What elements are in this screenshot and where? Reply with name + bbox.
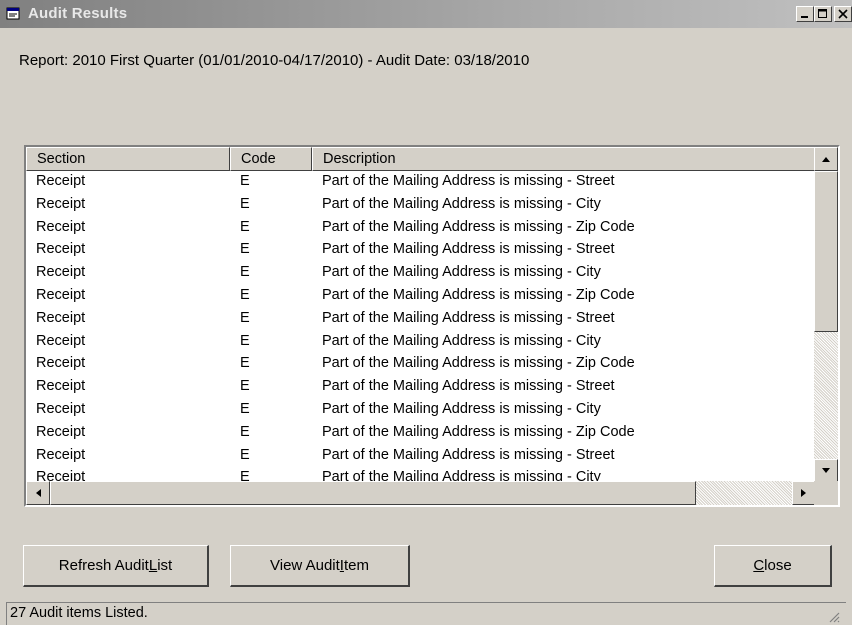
cell-description: Part of the Mailing Address is missing -…	[322, 264, 601, 281]
cell-section: Receipt	[36, 264, 86, 281]
audit-list[interactable]: Section Code Description Receipt E Part of…	[24, 145, 840, 507]
table-row[interactable]: Receipt E Part of the Mailing Address is m…	[26, 217, 816, 240]
close-icon	[838, 9, 848, 19]
cell-description: Part of the Mailing Address is missing -…	[322, 173, 615, 189]
column-header-description[interactable]: Description	[312, 147, 816, 171]
cell-description: Part of the Mailing Address is missing -…	[322, 355, 635, 372]
maximize-button[interactable]	[814, 6, 832, 22]
cell-description: Part of the Mailing Address is missing -…	[322, 332, 601, 349]
cell-code: E	[240, 218, 250, 235]
cell-section: Receipt	[36, 286, 86, 303]
table-row[interactable]: Receipt E Part of the Mailing Address is m…	[26, 331, 816, 354]
cell-code: E	[240, 446, 250, 463]
cell-code: E	[240, 423, 250, 440]
horizontal-scrollbar[interactable]	[26, 481, 816, 505]
cell-code: E	[240, 241, 250, 258]
close-window-button[interactable]	[834, 6, 852, 22]
refresh-label-accel: L	[148, 557, 158, 574]
cell-section: Receipt	[36, 423, 86, 440]
scrollbar-corner	[814, 481, 838, 505]
close-label-accel: C	[753, 557, 765, 574]
table-row[interactable]: Receipt E Part of the Mailing Address is m…	[26, 308, 816, 331]
report-info-label: Report: 2010 First Quarter (01/01/2010-0…	[19, 52, 530, 69]
scroll-left-button[interactable]	[26, 481, 50, 505]
scroll-right-button[interactable]	[792, 481, 816, 505]
resize-grip-icon[interactable]	[828, 611, 840, 623]
maximize-icon	[818, 9, 827, 18]
close-button[interactable]: Close	[714, 545, 832, 587]
cell-code: E	[240, 378, 250, 395]
minimize-button[interactable]	[796, 6, 814, 22]
minimize-icon	[801, 16, 808, 18]
audit-results-window: Audit Results Report: 2010 First Quarter…	[0, 0, 852, 625]
cell-section: Receipt	[36, 241, 86, 258]
cell-section: Receipt	[36, 400, 86, 417]
view-label-pre: View Audit	[270, 557, 340, 574]
cell-section: Receipt	[36, 195, 86, 212]
cell-section: Receipt	[36, 309, 86, 326]
arrow-up-icon	[822, 157, 830, 162]
cell-section: Receipt	[36, 173, 86, 189]
list-rows: Receipt E Part of the Mailing Address is m…	[26, 171, 816, 487]
table-row[interactable]: Receipt E Part of the Mailing Address is m…	[26, 194, 816, 217]
cell-section: Receipt	[36, 446, 86, 463]
table-row[interactable]: Receipt E Part of the Mailing Address is m…	[26, 399, 816, 422]
cell-section: Receipt	[36, 332, 86, 349]
table-row[interactable]: Receipt E Part of the Mailing Address is m…	[26, 171, 816, 194]
cell-code: E	[240, 309, 250, 326]
view-audit-item-button[interactable]: View Audit Item	[230, 545, 410, 587]
status-bar: 27 Audit items Listed.	[6, 602, 846, 625]
table-row[interactable]: Receipt E Part of the Mailing Address is m…	[26, 285, 816, 308]
cell-description: Part of the Mailing Address is missing -…	[322, 286, 635, 303]
cell-description: Part of the Mailing Address is missing -…	[322, 400, 601, 417]
vertical-scroll-thumb[interactable]	[814, 171, 838, 332]
cell-description: Part of the Mailing Address is missing -…	[322, 241, 615, 258]
title-bar[interactable]: Audit Results	[0, 0, 852, 28]
arrow-left-icon	[36, 489, 41, 497]
cell-section: Receipt	[36, 355, 86, 372]
table-row[interactable]: Receipt E Part of the Mailing Address is m…	[26, 376, 816, 399]
arrow-down-icon	[822, 468, 830, 473]
column-header-code[interactable]: Code	[230, 147, 312, 171]
table-row[interactable]: Receipt E Part of the Mailing Address is m…	[26, 239, 816, 262]
vertical-scrollbar[interactable]	[814, 147, 838, 483]
cell-description: Part of the Mailing Address is missing -…	[322, 446, 615, 463]
cell-description: Part of the Mailing Address is missing -…	[322, 378, 615, 395]
cell-code: E	[240, 286, 250, 303]
status-text: 27 Audit items Listed.	[10, 605, 148, 621]
refresh-label-post: ist	[157, 557, 173, 574]
cell-code: E	[240, 264, 250, 281]
refresh-label-pre: Refresh Audit	[58, 557, 149, 574]
cell-code: E	[240, 332, 250, 349]
table-row[interactable]: Receipt E Part of the Mailing Address is m…	[26, 353, 816, 376]
cell-description: Part of the Mailing Address is missing -…	[322, 218, 635, 235]
horizontal-scroll-thumb[interactable]	[50, 481, 696, 505]
cell-code: E	[240, 173, 250, 189]
arrow-right-icon	[801, 489, 806, 497]
window-title: Audit Results	[28, 5, 128, 22]
view-label-post: tem	[343, 557, 369, 574]
cell-code: E	[240, 355, 250, 372]
cell-description: Part of the Mailing Address is missing -…	[322, 309, 615, 326]
cell-section: Receipt	[36, 218, 86, 235]
cell-code: E	[240, 195, 250, 212]
cell-description: Part of the Mailing Address is missing -…	[322, 423, 635, 440]
table-row[interactable]: Receipt E Part of the Mailing Address is m…	[26, 445, 816, 468]
close-label-post: lose	[764, 557, 792, 574]
table-row[interactable]: Receipt E Part of the Mailing Address is m…	[26, 422, 816, 445]
refresh-audit-list-button[interactable]: Refresh Audit List	[23, 545, 209, 587]
column-header-section[interactable]: Section	[26, 147, 230, 171]
scroll-down-button[interactable]	[814, 459, 838, 483]
cell-code: E	[240, 400, 250, 417]
cell-section: Receipt	[36, 378, 86, 395]
table-row[interactable]: Receipt E Part of the Mailing Address is m…	[26, 262, 816, 285]
scroll-up-button[interactable]	[814, 147, 838, 171]
list-header: Section Code Description	[26, 147, 816, 171]
window-icon	[6, 7, 20, 20]
cell-description: Part of the Mailing Address is missing -…	[322, 195, 601, 212]
